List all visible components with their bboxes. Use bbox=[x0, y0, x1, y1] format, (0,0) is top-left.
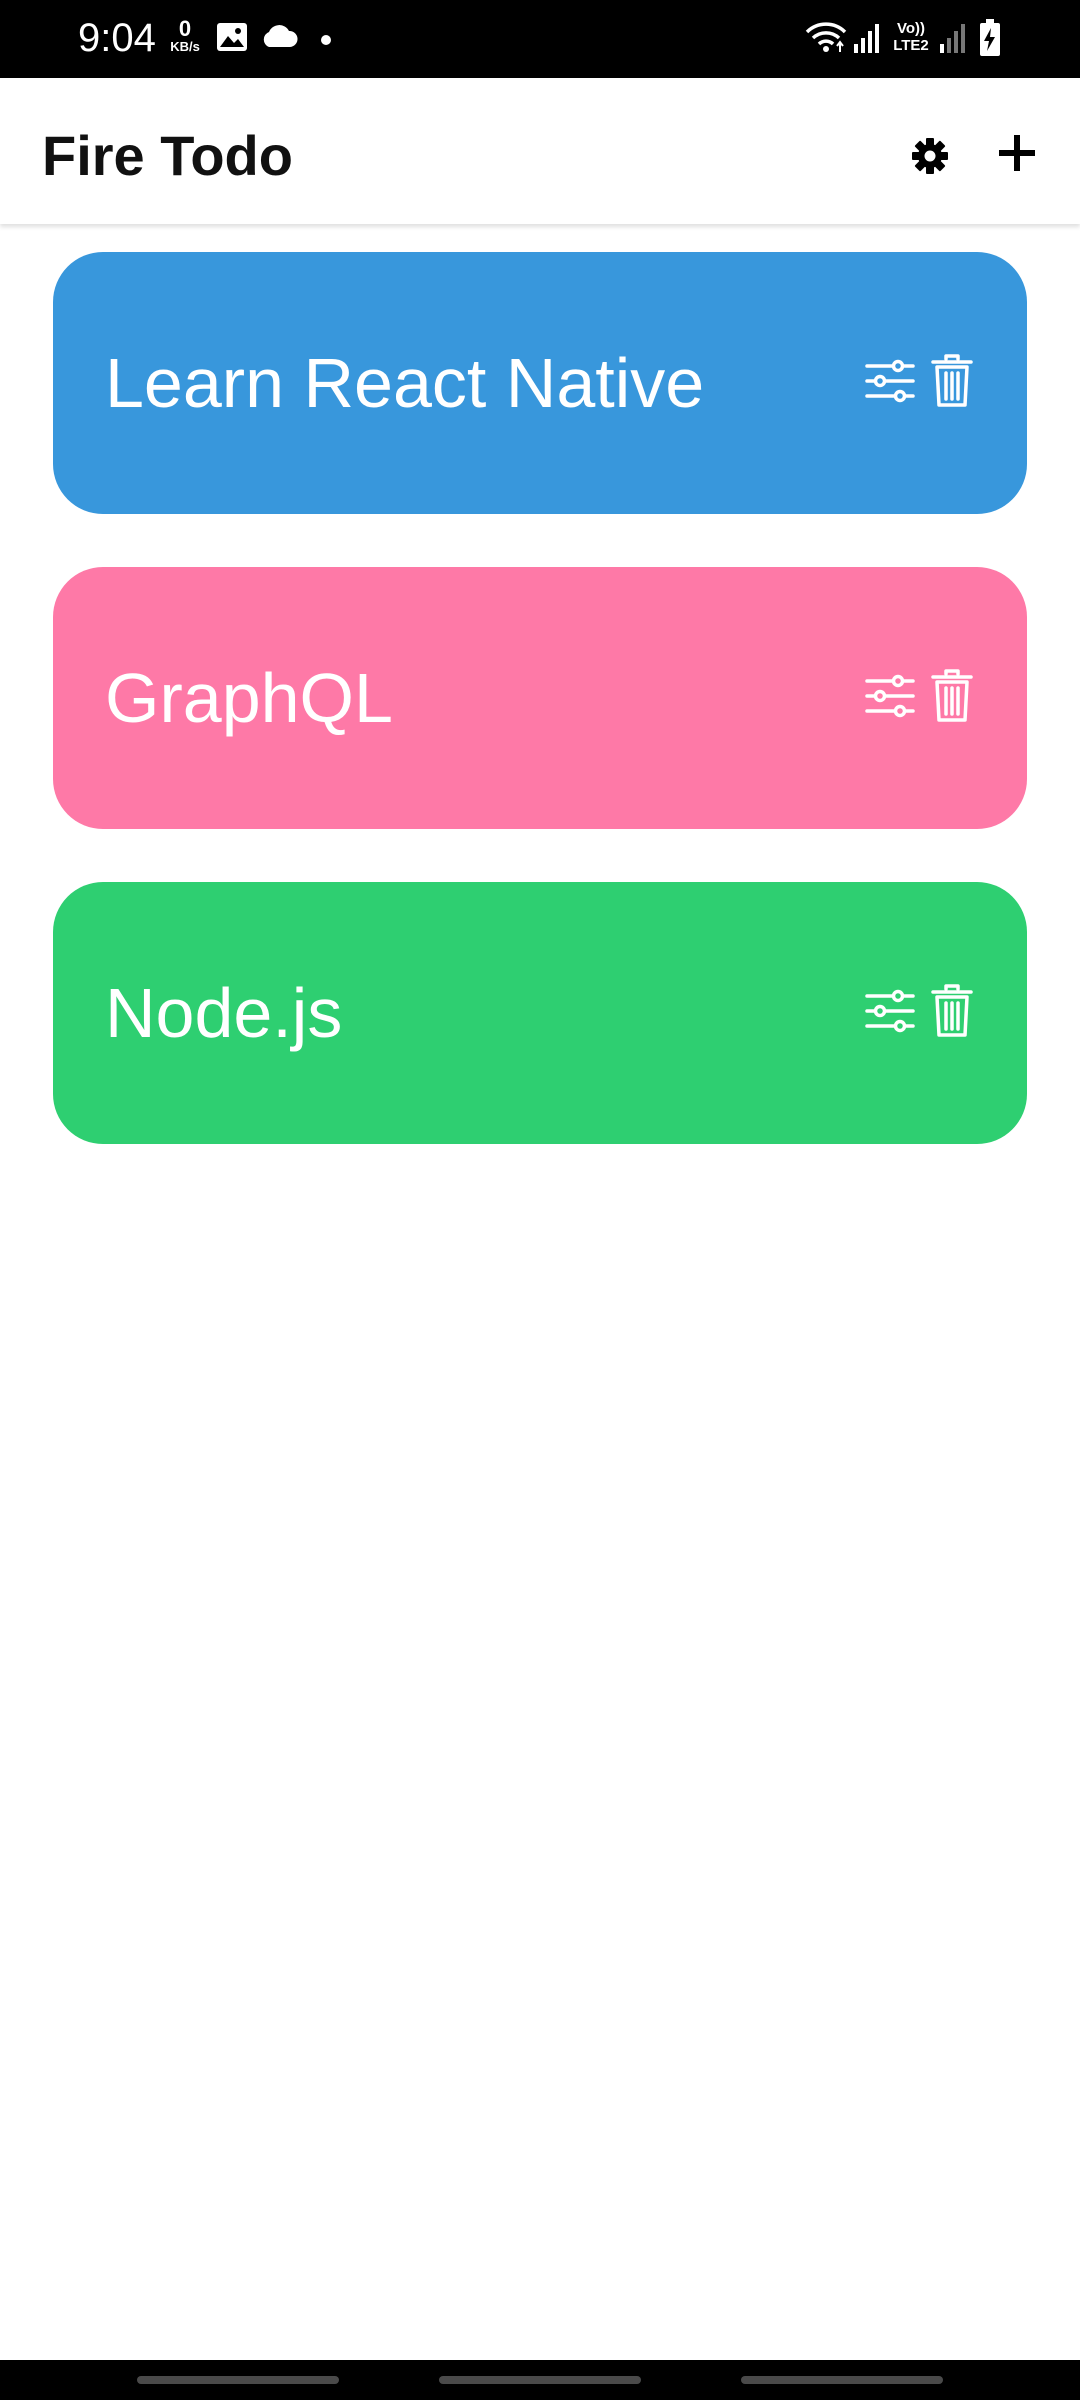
cloud-icon bbox=[260, 24, 298, 53]
settings-button[interactable] bbox=[900, 128, 960, 188]
network-speed: 0 KB/s bbox=[165, 18, 205, 54]
trash-icon bbox=[930, 983, 974, 1044]
gear-icon bbox=[910, 136, 950, 181]
status-bar: 9:04 0 KB/s Vo)) LTE2 bbox=[0, 0, 1080, 78]
todo-list: Learn React Native GraphQL Node.js bbox=[53, 252, 1027, 1197]
todo-card[interactable]: Node.js bbox=[53, 882, 1027, 1144]
volte-indicator: Vo)) LTE2 bbox=[886, 20, 936, 54]
network-speed-value: 0 bbox=[178, 16, 192, 41]
edit-todo-button[interactable] bbox=[863, 667, 917, 729]
signal-icon bbox=[852, 22, 882, 59]
todo-actions bbox=[863, 352, 979, 414]
plus-icon bbox=[997, 133, 1037, 178]
sliders-icon bbox=[864, 674, 916, 723]
delete-todo-button[interactable] bbox=[925, 352, 979, 414]
todo-actions bbox=[863, 982, 979, 1044]
trash-icon bbox=[930, 668, 974, 729]
add-todo-button[interactable] bbox=[985, 123, 1049, 187]
battery-charging-icon bbox=[978, 18, 1002, 63]
todo-actions bbox=[863, 667, 979, 729]
edit-todo-button[interactable] bbox=[863, 352, 917, 414]
todo-title: Node.js bbox=[105, 974, 343, 1052]
todo-card[interactable]: Learn React Native bbox=[53, 252, 1027, 514]
notification-dot-icon bbox=[320, 33, 332, 51]
nav-home-handle[interactable] bbox=[439, 2376, 641, 2384]
gallery-icon bbox=[216, 22, 248, 57]
nav-recents-handle[interactable] bbox=[741, 2376, 943, 2384]
signal-weak-icon bbox=[938, 22, 966, 59]
todo-card[interactable]: GraphQL bbox=[53, 567, 1027, 829]
todo-title: GraphQL bbox=[105, 659, 393, 737]
sliders-icon bbox=[864, 359, 916, 408]
status-time: 9:04 bbox=[78, 16, 156, 60]
lte-label: LTE2 bbox=[893, 37, 929, 54]
network-speed-unit: KB/s bbox=[170, 39, 200, 54]
app-title: Fire Todo bbox=[42, 124, 293, 187]
nav-back-handle[interactable] bbox=[137, 2376, 339, 2384]
trash-icon bbox=[930, 353, 974, 414]
todo-title: Learn React Native bbox=[105, 344, 705, 422]
navigation-bar bbox=[0, 2360, 1080, 2400]
wifi-icon bbox=[804, 20, 848, 61]
volte-label: Vo)) bbox=[896, 20, 926, 37]
edit-todo-button[interactable] bbox=[863, 982, 917, 1044]
delete-todo-button[interactable] bbox=[925, 667, 979, 729]
delete-todo-button[interactable] bbox=[925, 982, 979, 1044]
app-bar: Fire Todo bbox=[0, 78, 1080, 224]
sliders-icon bbox=[864, 989, 916, 1038]
